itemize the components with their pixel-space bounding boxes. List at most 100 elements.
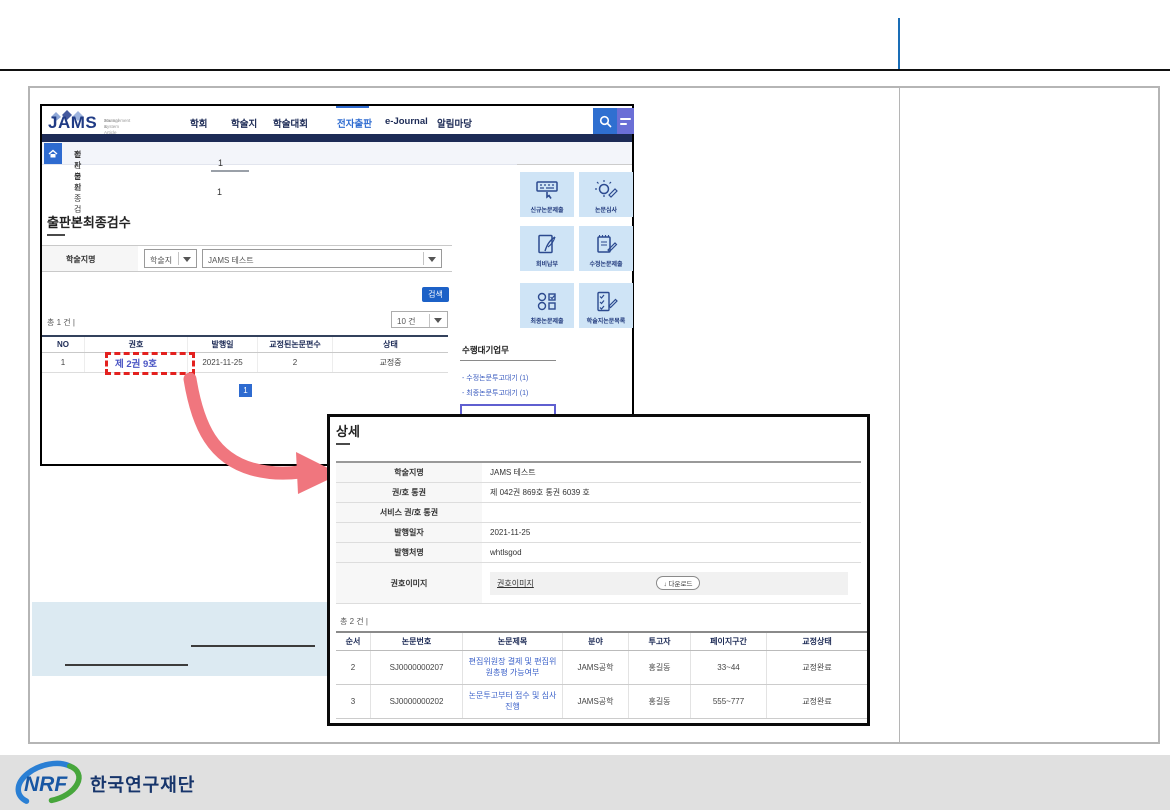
cover-image-field: 권호이미지 ↓ 다운로드 [490, 572, 848, 595]
page-size-select[interactable]: 10 건 [391, 311, 448, 328]
chevron-down-icon [434, 318, 442, 323]
top-blue-divider [898, 18, 900, 69]
popup-title-underline [336, 443, 350, 445]
detail-row-volume-issue: 권/호 통권 제 042권 869호 통권 6039 호 [336, 483, 861, 503]
select-divider [429, 314, 430, 327]
col-proof-status: 교정상태 [766, 633, 867, 650]
detail-value: 2021-11-25 [482, 523, 861, 542]
detail-row-publisher: 발행처명 whtlsgod [336, 543, 861, 563]
download-label: ↓ 다운로드 [664, 578, 693, 588]
table-header-row: NO 권호 발행일 교정된논문편수 상태 [42, 335, 448, 353]
col-pubdate: 발행일 [187, 337, 257, 352]
pending-tasks-underline [460, 360, 556, 361]
nav-haksuldaehoe[interactable]: 학술대회 [273, 116, 308, 130]
col-status: 상태 [332, 337, 448, 352]
cell-no: 1 [42, 353, 84, 372]
callout-underline [211, 170, 249, 172]
nav-ejournal[interactable]: e-Journal [385, 116, 428, 127]
col-paper-no: 논문번호 [370, 633, 462, 650]
frame-column-divider [899, 88, 900, 742]
sidebar-divider [517, 164, 632, 165]
col-page-range: 페이지구간 [690, 633, 766, 650]
menu-icon [620, 123, 627, 125]
highlight-dashed-box [105, 352, 195, 375]
journal-type-select[interactable]: 학술지 [144, 249, 197, 268]
tile-final-submission[interactable]: 최종논문제출 [520, 283, 574, 328]
nrf-logo-icon: NRF [12, 757, 88, 809]
paper-title-link[interactable]: 논문투고부터 접수 및 심사 진행 [462, 685, 562, 718]
cell-field: JAMS공학 [562, 651, 628, 684]
footer-band: NRF 한국연구재단 [0, 755, 1170, 810]
cover-image-link[interactable]: 권호이미지 [497, 578, 534, 589]
journal-name-label: 학술지명 [66, 254, 95, 265]
col-field: 분야 [562, 633, 628, 650]
journal-select[interactable]: JAMS 테스트 [202, 249, 442, 268]
notepad-pencil-icon [594, 233, 618, 257]
detail-label: 권호이미지 [336, 563, 482, 603]
tile-membership-fee[interactable]: 회비납부 [520, 226, 574, 271]
note-blank-line [65, 664, 188, 666]
detail-row-service-volume: 서비스 권/호 통권 [336, 503, 861, 523]
col-corrected-count: 교정된논문편수 [257, 337, 332, 352]
col-no: NO [42, 337, 84, 352]
note-box [32, 602, 328, 676]
cell-field: JAMS공학 [562, 685, 628, 718]
detail-row-cover-image: 권호이미지 권호이미지 ↓ 다운로드 [336, 563, 861, 604]
detail-value: 제 042권 869호 통권 6039 호 [482, 483, 861, 502]
volume-detail-table: 학술지명 JAMS 테스트 권/호 통권 제 042권 869호 통권 6039… [336, 461, 861, 604]
tile-review[interactable]: 논문심사 [579, 172, 633, 217]
detail-label: 학술지명 [336, 463, 482, 482]
select-divider [178, 252, 179, 265]
cell-author: 홍길동 [628, 651, 690, 684]
paper-title-link[interactable]: 편집위원장 결제 및 편집위원총평 가능여부 [462, 651, 562, 684]
article-table: 순서 논문번호 논문제목 분야 투고자 페이지구간 교정상태 2 SJ00000… [336, 631, 867, 719]
cell-proof-status: 교정완료 [766, 651, 867, 684]
tile-article-list[interactable]: 학술지논문목록 [579, 283, 633, 328]
detail-row-journal: 학술지명 JAMS 테스트 [336, 463, 861, 483]
note-blank-line [191, 645, 315, 647]
search-submit-button[interactable]: 검색 [422, 287, 449, 302]
cell-order: 3 [336, 685, 370, 718]
tile-label: 최종논문제출 [530, 316, 563, 325]
detail-value: 권호이미지 ↓ 다운로드 [482, 563, 861, 603]
tile-revised-submission[interactable]: 수정논문제출 [579, 226, 633, 271]
home-button[interactable] [44, 143, 62, 164]
top-horizontal-rule [0, 69, 1170, 71]
page-size-value: 10 건 [397, 316, 415, 327]
pending-item-final[interactable]: - 최종논문투고대기 (1) [462, 388, 528, 398]
col-paper-title: 논문제목 [462, 633, 562, 650]
table-row: 1 제 2권 9호 2021-11-25 2 교정중 [42, 353, 448, 373]
nrf-logo-text: NRF [24, 773, 68, 796]
callout-number-2: 1 [217, 187, 222, 197]
cell-order: 2 [336, 651, 370, 684]
search-button-header[interactable] [593, 108, 617, 134]
pending-tasks-heading: 수행대기업무 [462, 344, 509, 356]
pagination-page-1[interactable]: 1 [239, 384, 252, 397]
keyboard-hand-icon [535, 179, 559, 203]
download-button[interactable]: ↓ 다운로드 [656, 576, 700, 590]
doc-feather-icon [535, 233, 559, 257]
tile-label: 회비납부 [536, 259, 558, 268]
menu-icon [620, 118, 631, 120]
menu-button[interactable] [617, 108, 634, 134]
jams-logo[interactable]: JAMS [48, 113, 97, 133]
faces-check-icon [535, 290, 559, 314]
cell-pubdate: 2021-11-25 [187, 353, 257, 372]
callout-number-1: 1 [218, 158, 223, 168]
nav-haksulji[interactable]: 학술지 [231, 116, 257, 130]
detail-value: whtlsgod [482, 543, 861, 562]
nav-hakhoe[interactable]: 학회 [190, 116, 207, 130]
detail-label: 서비스 권/호 통권 [336, 503, 482, 522]
article-count: 총 2 건 | [340, 616, 368, 627]
nav-epublish-active[interactable]: 전자출판 [337, 116, 372, 130]
chevron-down-icon [428, 257, 436, 262]
tile-new-submission[interactable]: 신규논문제출 [520, 172, 574, 217]
cell-page-range: 33~44 [690, 651, 766, 684]
result-count: 총 1 건 | [47, 317, 75, 328]
detail-label: 발행일자 [336, 523, 482, 542]
pending-item-revised[interactable]: - 수정논문투고대기 (1) [462, 373, 528, 383]
nav-notice[interactable]: 알림마당 [437, 116, 472, 130]
col-author: 투고자 [628, 633, 690, 650]
detail-row-pubdate: 발행일자 2021-11-25 [336, 523, 861, 543]
chevron-down-icon [183, 257, 191, 262]
